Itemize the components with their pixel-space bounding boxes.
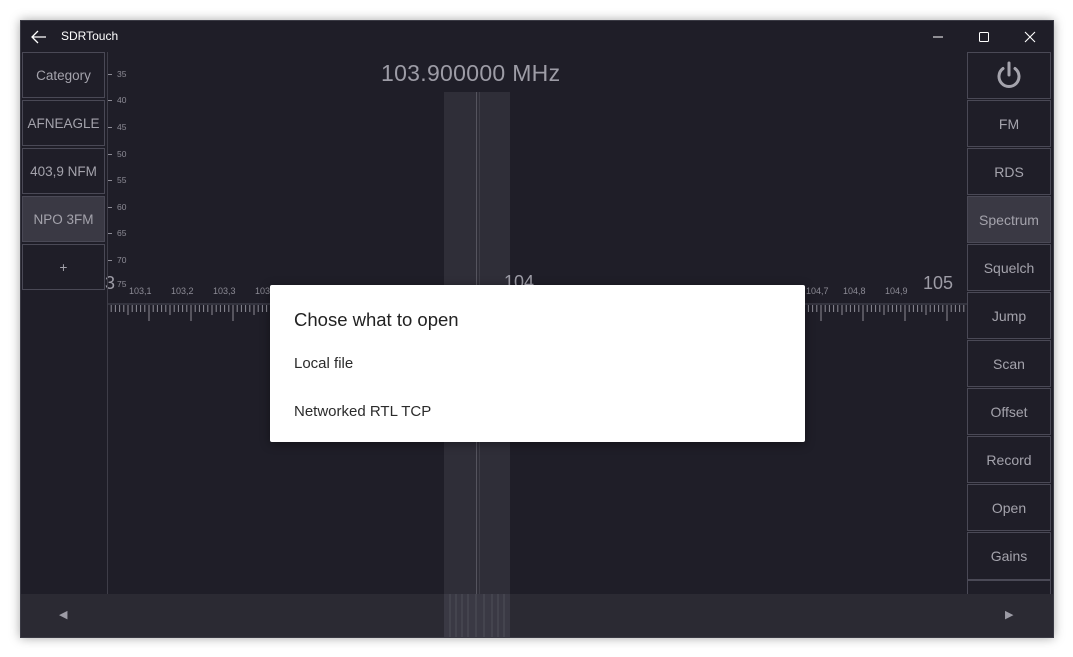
category-label: Category	[36, 67, 91, 83]
gains-button[interactable]: Gains	[967, 532, 1051, 580]
left-sidebar: Category AFNEAGLE 403,9 NFM NPO 3FM +	[21, 52, 108, 594]
freq-minor-label: 103,1	[129, 286, 152, 296]
app-window: SDRTouch 103.900000 MHz 35 40 45 50 55 6…	[20, 20, 1054, 638]
power-button[interactable]	[967, 52, 1051, 99]
open-label: Open	[991, 499, 1027, 516]
jump-button[interactable]: Jump	[967, 292, 1051, 339]
bottom-bar	[21, 594, 1053, 637]
db-label: 65	[117, 228, 127, 238]
dialog-title: Chose what to open	[294, 309, 459, 330]
record-button[interactable]: Record	[967, 436, 1051, 483]
minimize-button[interactable]	[915, 21, 961, 52]
scroll-right-icon[interactable]: ▶	[1005, 608, 1013, 621]
waterfall-band	[444, 594, 510, 637]
open-button[interactable]: Open	[967, 484, 1051, 531]
local-file-option[interactable]: Local file	[270, 340, 805, 386]
offset-label: Offset	[990, 403, 1028, 420]
db-label: 45	[117, 122, 127, 132]
squelch-button[interactable]: Squelch	[967, 244, 1051, 291]
preset-afneagle[interactable]: AFNEAGLE	[22, 100, 105, 146]
freq-minor-label: 104,9	[885, 286, 908, 296]
squelch-label: Squelch	[983, 259, 1035, 276]
open-dialog: Chose what to open Local file Networked …	[270, 285, 805, 442]
waterfall-lines	[449, 594, 505, 637]
more-button[interactable]	[967, 580, 1051, 594]
preset-label: AFNEAGLE	[27, 115, 100, 131]
db-label: 75	[117, 279, 127, 289]
freq-major-label: 105	[923, 273, 954, 293]
back-arrow-icon	[31, 30, 46, 43]
networked-rtl-tcp-option[interactable]: Networked RTL TCP	[270, 388, 805, 434]
scroll-left-icon[interactable]: ◀	[59, 608, 67, 621]
close-icon	[1024, 31, 1036, 42]
spectrum-button[interactable]: Spectrum	[967, 196, 1051, 243]
frequency-display[interactable]: 103.900000 MHz	[381, 60, 560, 87]
add-icon: +	[59, 259, 68, 275]
preset-npo-3fm[interactable]: NPO 3FM	[22, 196, 105, 242]
db-label: 70	[117, 255, 127, 265]
minimize-icon	[933, 36, 943, 37]
db-label: 35	[117, 69, 127, 79]
main-area: 103.900000 MHz 35 40 45 50 55 60 65 70 7…	[21, 52, 1053, 637]
freq-minor-label: 104,8	[843, 286, 866, 296]
close-button[interactable]	[1007, 21, 1053, 52]
preset-label: 403,9 NFM	[30, 163, 97, 179]
offset-button[interactable]: Offset	[967, 388, 1051, 435]
rds-button[interactable]: RDS	[967, 148, 1051, 195]
fm-button[interactable]: FM	[967, 100, 1051, 147]
freq-minor-label: 104,7	[806, 286, 829, 296]
category-button[interactable]: Category	[22, 52, 105, 98]
rds-label: RDS	[994, 163, 1024, 180]
db-label: 60	[117, 202, 127, 212]
db-label: 40	[117, 95, 127, 105]
db-label: 50	[117, 149, 127, 159]
back-button[interactable]	[21, 21, 57, 52]
gains-label: Gains	[990, 548, 1028, 564]
spectrum-label: Spectrum	[979, 211, 1039, 228]
freq-minor-label: 103,2	[171, 286, 194, 296]
fm-label: FM	[998, 115, 1020, 132]
scan-button[interactable]: Scan	[967, 340, 1051, 387]
power-icon	[997, 61, 1021, 88]
maximize-icon	[979, 31, 989, 42]
maximize-button[interactable]	[961, 21, 1007, 52]
jump-label: Jump	[991, 307, 1027, 324]
db-label: 55	[117, 175, 127, 185]
preset-label: NPO 3FM	[33, 211, 94, 227]
freq-minor-label: 103,3	[213, 286, 236, 296]
title-bar: SDRTouch	[21, 21, 1053, 52]
record-label: Record	[986, 451, 1032, 468]
app-title: SDRTouch	[61, 29, 119, 43]
freq-minor-label: 103	[255, 286, 271, 296]
scan-label: Scan	[993, 355, 1025, 372]
preset-403-9-nfm[interactable]: 403,9 NFM	[22, 148, 105, 194]
add-preset-button[interactable]: +	[22, 244, 105, 290]
